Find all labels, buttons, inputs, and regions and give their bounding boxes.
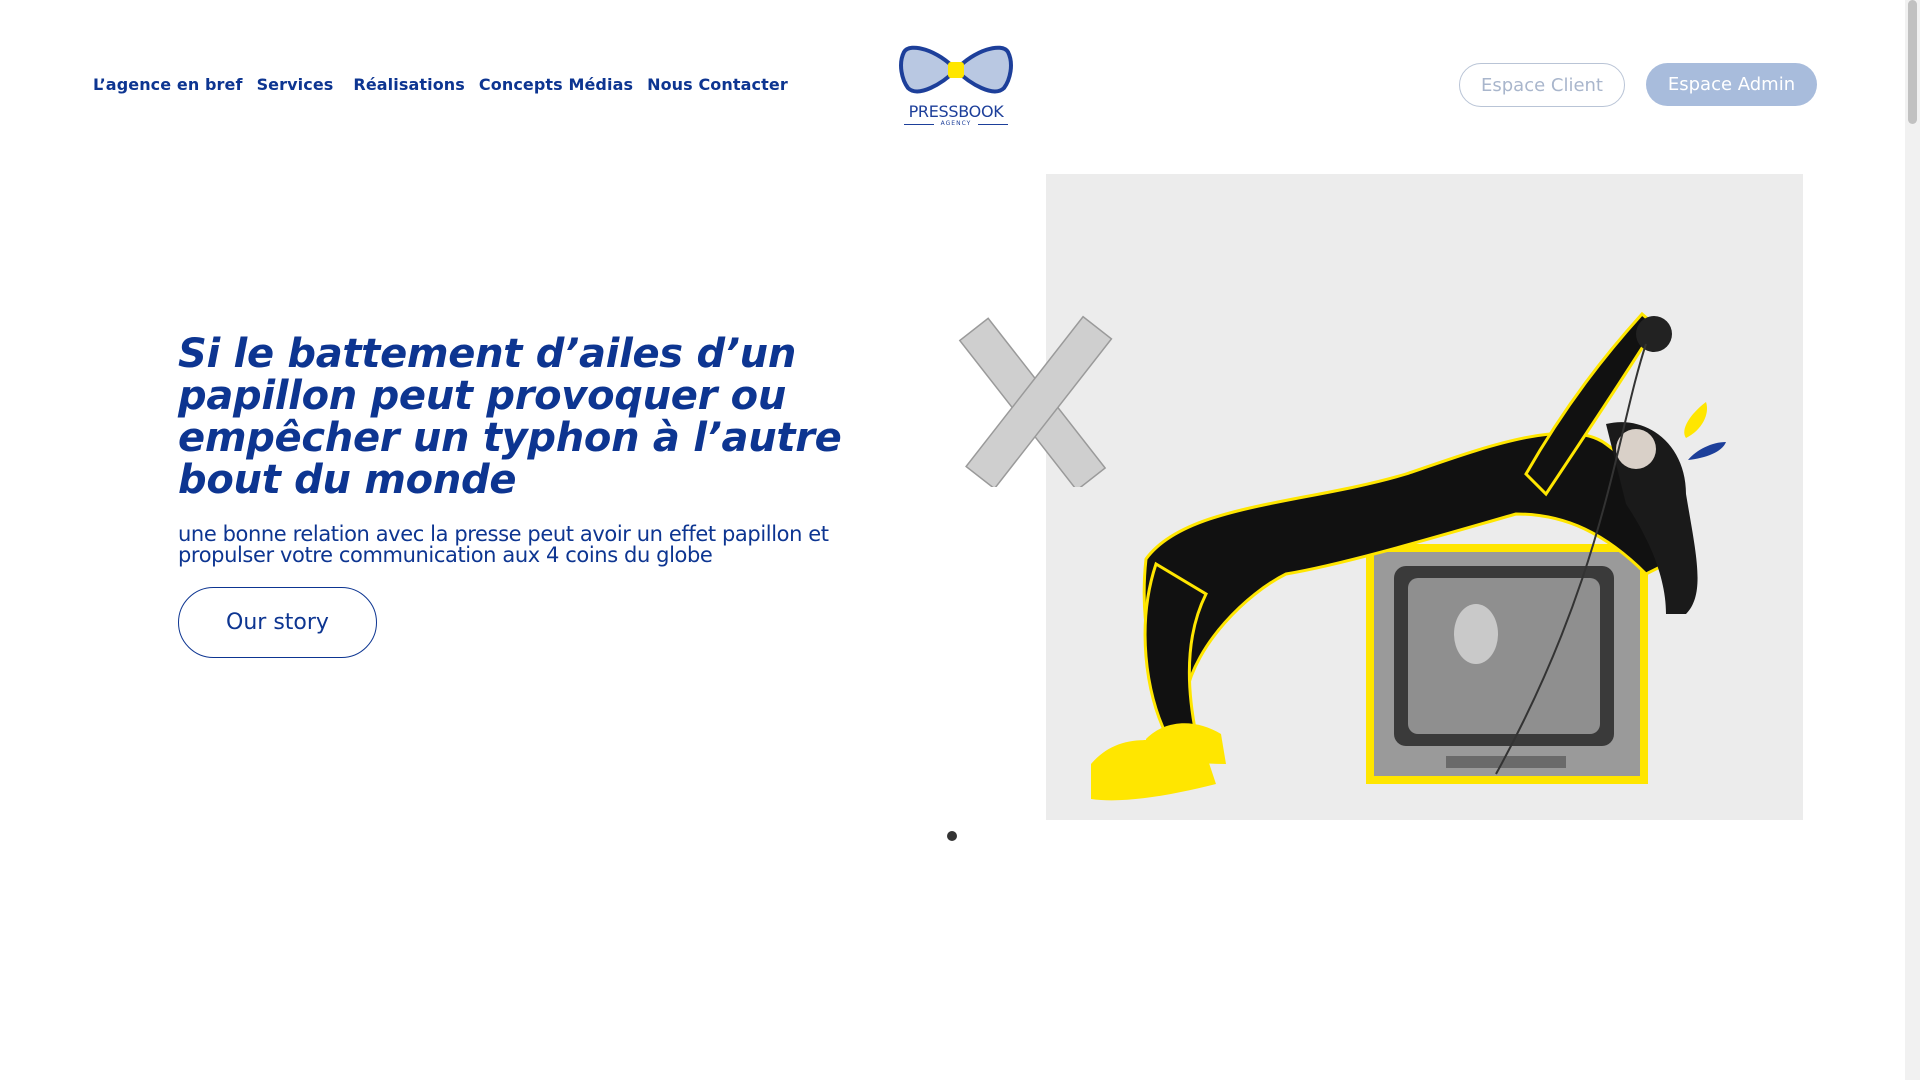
our-story-button[interactable]: Our story: [178, 587, 377, 658]
bowtie-logo-icon: [899, 45, 1013, 94]
logo-divider-right: [978, 124, 1008, 125]
main-nav: L’agence en bref Services Réalisations C…: [93, 75, 802, 94]
logo-wordmark: PRESSBOOK: [908, 102, 1004, 121]
nav-contact[interactable]: Nous Contacter: [647, 75, 788, 94]
slider-dot-active[interactable]: [947, 831, 957, 841]
tape-cross-icon: [958, 315, 1113, 487]
pressbook-logo[interactable]: PRESSBOOK AGENCY: [898, 40, 1014, 132]
espace-admin-button[interactable]: Espace Admin: [1646, 63, 1817, 106]
hero-illustration: [1046, 174, 1803, 820]
nav-services[interactable]: Services: [257, 75, 334, 94]
page: L’agence en bref Services Réalisations C…: [0, 0, 1905, 1080]
nav-concepts-medias[interactable]: Concepts Médias: [479, 75, 633, 94]
nav-agence[interactable]: L’agence en bref: [93, 75, 243, 94]
nav-realisations[interactable]: Réalisations: [353, 75, 465, 94]
scrollbar-track[interactable]: [1905, 0, 1920, 1080]
droplets-accent-icon: [1684, 402, 1726, 460]
hero-subtitle: une bonne relation avec la presse peut a…: [178, 522, 829, 567]
hero-image: [1046, 174, 1803, 820]
scrollbar-thumb[interactable]: [1908, 0, 1917, 124]
espace-client-button[interactable]: Espace Client: [1459, 63, 1625, 107]
hero-title: Si le battement d’ailes d’un papillon pe…: [178, 331, 842, 503]
